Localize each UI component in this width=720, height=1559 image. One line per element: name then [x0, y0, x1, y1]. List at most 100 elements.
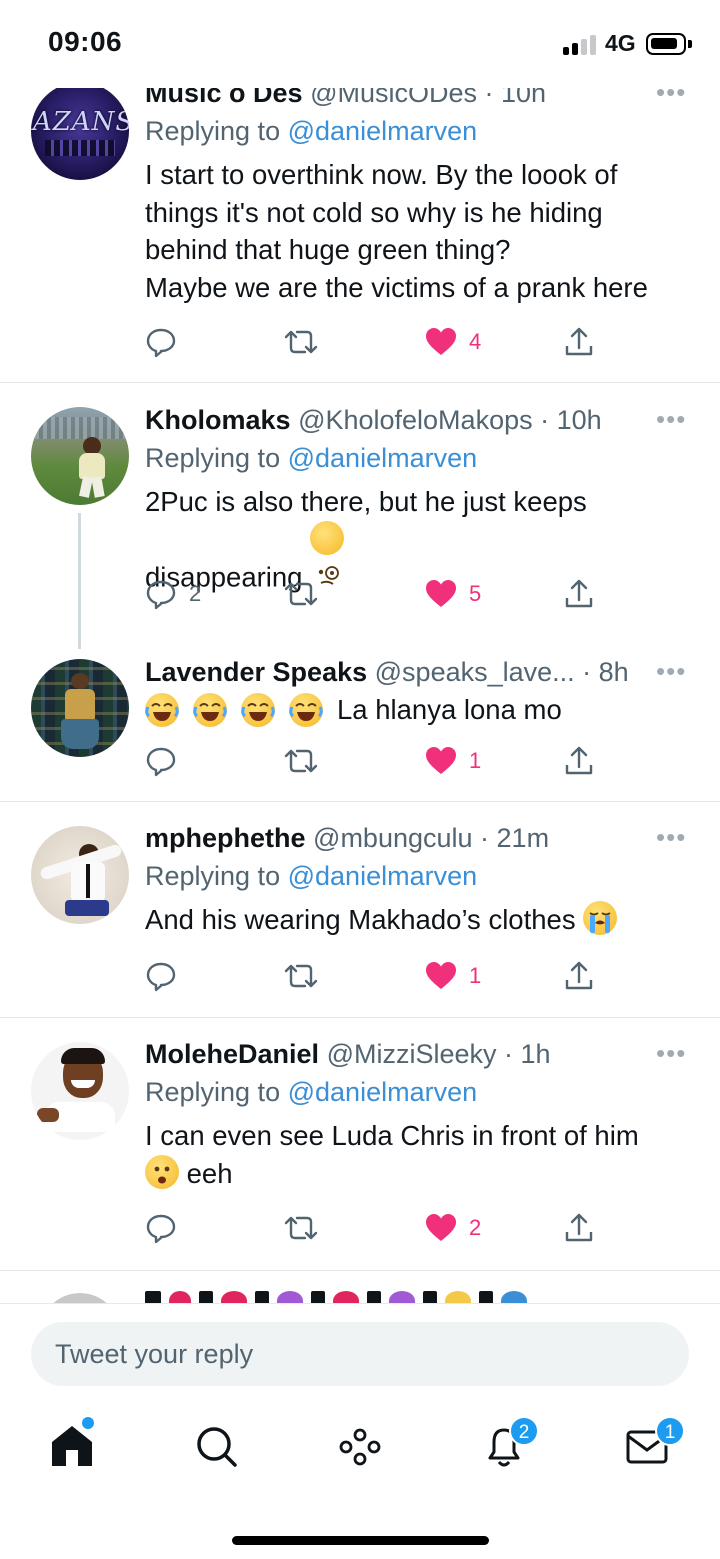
share-icon: [563, 326, 595, 358]
display-name[interactable]: mphephethe: [145, 823, 306, 853]
retweet-button[interactable]: [283, 322, 319, 362]
replying-to: Replying to @danielmarven: [145, 1077, 478, 1107]
retweet-button[interactable]: [283, 574, 319, 614]
reply-input[interactable]: Tweet your reply: [31, 1322, 689, 1386]
share-icon: [563, 578, 595, 610]
retweet-icon: [283, 960, 319, 992]
thread-connector: [78, 513, 81, 649]
tweet-time: · 21m: [480, 823, 550, 853]
laughing-crying-emoji: [241, 692, 275, 727]
partial-next-tweet[interactable]: [0, 1271, 720, 1303]
tweet-time: · 8h: [582, 657, 629, 687]
like-button[interactable]: 1: [425, 741, 481, 781]
laughing-crying-emoji: [289, 692, 323, 727]
mention-link[interactable]: @danielmarven: [288, 443, 478, 473]
clock: 09:06: [48, 26, 123, 57]
reply-button[interactable]: [145, 322, 189, 362]
like-count: 5: [469, 581, 482, 606]
share-button[interactable]: [563, 322, 595, 362]
home-new-indicator: [82, 1417, 94, 1429]
more-icon[interactable]: •••: [656, 1040, 686, 1066]
reply-button[interactable]: 2: [145, 574, 201, 614]
avatar[interactable]: [31, 826, 129, 924]
user-handle[interactable]: @speaks_lave...: [375, 657, 575, 687]
tweet-text: I start to overthink now. By the loook o…: [145, 159, 648, 303]
retweet-button[interactable]: [283, 741, 319, 781]
avatar-logo-text: AZANS: [33, 107, 129, 137]
notifications-badge: 2: [509, 1416, 539, 1446]
share-button[interactable]: [563, 741, 595, 781]
reply-icon: [145, 326, 177, 358]
retweet-icon: [283, 1212, 319, 1244]
like-button[interactable]: 4: [425, 322, 481, 362]
like-button[interactable]: 1: [425, 956, 481, 996]
tab-spaces[interactable]: [330, 1410, 390, 1480]
reply-icon: [145, 578, 177, 610]
search-icon: [197, 1427, 237, 1467]
tab-search[interactable]: [186, 1410, 246, 1480]
avatar[interactable]: [31, 659, 129, 757]
tweet-actions: 2: [145, 1208, 705, 1248]
user-handle[interactable]: @MizziSleeky: [327, 1039, 497, 1069]
display-name[interactable]: MoleheDaniel: [145, 1039, 319, 1069]
avatar[interactable]: [31, 407, 129, 505]
display-name[interactable]: Lavender Speaks: [145, 657, 367, 687]
avatar[interactable]: AZANS: [31, 82, 129, 180]
home-indicator: [232, 1536, 489, 1545]
like-count: 4: [469, 329, 482, 354]
tab-messages[interactable]: 1: [618, 1410, 685, 1480]
tab-bar: 2 1: [0, 1410, 720, 1490]
reply-feed: AZANS Music o Des @MusicODes · 10h Reply…: [0, 0, 720, 1303]
retweet-icon: [283, 578, 319, 610]
retweet-icon: [283, 745, 319, 777]
spaces-icon: [339, 1428, 381, 1466]
user-handle[interactable]: @KholofeloMakops: [298, 405, 533, 435]
share-button[interactable]: [563, 1208, 595, 1248]
replying-to: Replying to @danielmarven: [145, 116, 478, 146]
display-name[interactable]: Kholomaks: [145, 405, 291, 435]
more-icon[interactable]: •••: [656, 658, 686, 684]
reply-count: 2: [189, 581, 202, 606]
more-icon[interactable]: •••: [656, 406, 686, 432]
laughing-crying-emoji: [193, 692, 227, 727]
tweet-item[interactable]: mphephethe @mbungculu · 21m Replying to …: [0, 802, 720, 1018]
cellular-signal-icon: [563, 35, 597, 55]
tweet-time: · 10h: [540, 405, 602, 435]
tweet-item[interactable]: MoleheDaniel @MizziSleeky · 1h Replying …: [0, 1018, 720, 1270]
avatar[interactable]: [31, 1042, 129, 1140]
share-icon: [563, 1212, 595, 1244]
mention-link[interactable]: @danielmarven: [288, 861, 478, 891]
reply-icon: [145, 960, 177, 992]
retweet-button[interactable]: [283, 1208, 319, 1248]
tab-notifications[interactable]: 2: [474, 1410, 539, 1480]
heart-icon: [425, 579, 457, 609]
like-button[interactable]: 5: [425, 574, 481, 614]
tweet-actions: 1: [145, 956, 705, 996]
like-count: 1: [469, 748, 482, 773]
tweet-item[interactable]: Kholomaks @KholofeloMakops · 10h Replyin…: [0, 383, 720, 648]
like-button[interactable]: 2: [425, 1208, 481, 1248]
reply-button[interactable]: [145, 741, 189, 781]
user-handle[interactable]: @mbungculu: [313, 823, 473, 853]
reply-button[interactable]: [145, 956, 189, 996]
mention-link[interactable]: @danielmarven: [288, 116, 478, 146]
share-button[interactable]: [563, 574, 595, 614]
share-button[interactable]: [563, 956, 595, 996]
more-icon[interactable]: •••: [656, 824, 686, 850]
mention-link[interactable]: @danielmarven: [288, 1077, 478, 1107]
share-icon: [563, 745, 595, 777]
like-count: 1: [469, 963, 482, 988]
tweet-text: And his wearing Makhado’s clothes: [145, 901, 685, 939]
tweet-item[interactable]: Lavender Speaks @speaks_lave... · 8h La …: [0, 648, 720, 802]
tweet-text: La hlanya lona mo: [145, 691, 685, 729]
status-bar: 09:06 4G: [0, 0, 720, 88]
tweet-text: I can even see Luda Chris in front of hi…: [145, 1120, 639, 1189]
reply-icon: [145, 1212, 177, 1244]
frowning-face-emoji: [145, 1154, 179, 1189]
reply-icon: [145, 745, 177, 777]
battery-icon: [646, 33, 692, 55]
tweet-actions: 25: [145, 574, 705, 614]
retweet-button[interactable]: [283, 956, 319, 996]
retweet-icon: [283, 326, 319, 358]
reply-button[interactable]: [145, 1208, 189, 1248]
